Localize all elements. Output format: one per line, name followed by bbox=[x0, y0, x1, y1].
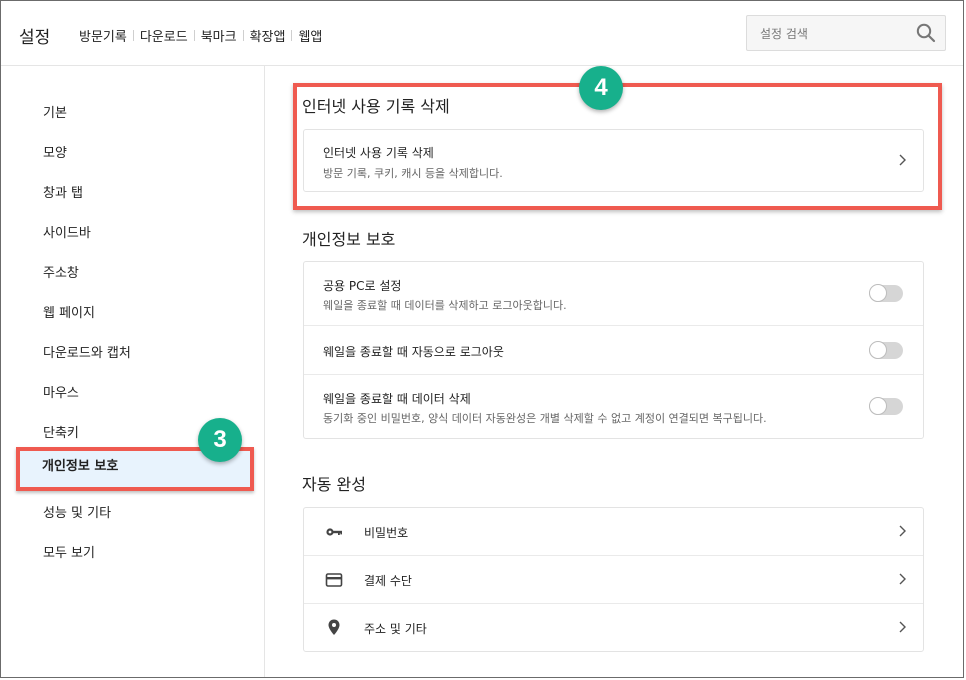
passwords-label: 비밀번호 bbox=[364, 526, 409, 540]
nav-extensions[interactable]: 확장앱 bbox=[250, 26, 286, 45]
location-pin-icon bbox=[328, 619, 340, 635]
chevron-right-icon bbox=[899, 525, 906, 537]
card-icon bbox=[325, 573, 343, 587]
sidebar-item-download-capture[interactable]: 다운로드와 캡처 bbox=[17, 334, 251, 374]
public-pc-desc: 웨일을 종료할 때 데이터를 삭제하고 로그아웃합니다. bbox=[323, 299, 567, 312]
delete-data-toggle[interactable] bbox=[869, 397, 903, 415]
address-row[interactable]: 주소 및 기타 bbox=[304, 604, 923, 651]
sidebar-item-address-bar[interactable]: 주소창 bbox=[17, 254, 251, 294]
sidebar-item-mouse[interactable]: 마우스 bbox=[17, 374, 251, 414]
sidebar: 기본 모양 창과 탭 사이드바 주소창 웹 페이지 다운로드와 캡처 마우스 단… bbox=[1, 66, 265, 677]
section-title-privacy: 개인정보 보호 bbox=[302, 230, 396, 249]
search-box bbox=[746, 15, 946, 52]
nav-divider bbox=[291, 30, 293, 41]
sidebar-item-windows-tabs[interactable]: 창과 탭 bbox=[17, 174, 251, 214]
chevron-right-icon bbox=[899, 154, 906, 166]
search-icon[interactable] bbox=[916, 23, 936, 43]
auto-logout-toggle[interactable] bbox=[869, 341, 903, 359]
privacy-card: 공용 PC로 설정 웨일을 종료할 때 데이터를 삭제하고 로그아웃합니다. 웨… bbox=[303, 261, 924, 439]
delete-data-title: 웨일을 종료할 때 데이터 삭제 bbox=[323, 392, 471, 406]
history-card: 인터넷 사용 기록 삭제 방문 기록, 쿠키, 캐시 등을 삭제합니다. bbox=[303, 129, 924, 192]
step-badge-4: 4 bbox=[579, 66, 623, 110]
sidebar-item-appearance[interactable]: 모양 bbox=[17, 134, 251, 174]
sidebar-item-view-all[interactable]: 모두 보기 bbox=[17, 534, 251, 574]
sidebar-item-basic[interactable]: 기본 bbox=[17, 94, 251, 134]
section-title-autocomplete: 자동 완성 bbox=[302, 475, 366, 494]
nav-webapps[interactable]: 웹앱 bbox=[298, 26, 322, 45]
delete-data-row: 웨일을 종료할 때 데이터 삭제 동기화 중인 비밀번호, 양식 데이터 자동완… bbox=[304, 375, 923, 438]
clear-history-title: 인터넷 사용 기록 삭제 bbox=[323, 146, 434, 160]
address-label: 주소 및 기타 bbox=[364, 622, 427, 636]
payment-row[interactable]: 결제 수단 bbox=[304, 556, 923, 604]
chevron-right-icon bbox=[899, 621, 906, 633]
public-pc-title: 공용 PC로 설정 bbox=[323, 279, 402, 293]
sidebar-item-performance[interactable]: 성능 및 기타 bbox=[17, 494, 251, 534]
nav-history[interactable]: 방문기록 bbox=[79, 26, 127, 45]
delete-data-desc: 동기화 중인 비밀번호, 양식 데이터 자동완성은 개별 삭제할 수 없고 계정… bbox=[323, 412, 767, 425]
step-badge-3: 3 bbox=[198, 418, 242, 462]
sidebar-item-web-page[interactable]: 웹 페이지 bbox=[17, 294, 251, 334]
section-title-history: 인터넷 사용 기록 삭제 bbox=[302, 97, 450, 116]
nav-divider bbox=[242, 30, 244, 41]
chevron-right-icon bbox=[899, 573, 906, 585]
auto-logout-row: 웨일을 종료할 때 자동으로 로그아웃 bbox=[304, 326, 923, 375]
nav-divider bbox=[193, 30, 195, 41]
key-icon bbox=[326, 528, 342, 536]
clear-history-desc: 방문 기록, 쿠키, 캐시 등을 삭제합니다. bbox=[323, 167, 503, 180]
nav-downloads[interactable]: 다운로드 bbox=[140, 26, 188, 45]
public-pc-toggle[interactable] bbox=[869, 284, 903, 302]
sidebar-item-sidebar[interactable]: 사이드바 bbox=[17, 214, 251, 254]
auto-logout-title: 웨일을 종료할 때 자동으로 로그아웃 bbox=[323, 345, 504, 359]
page-title: 설정 bbox=[19, 28, 51, 48]
clear-history-row[interactable]: 인터넷 사용 기록 삭제 방문 기록, 쿠키, 캐시 등을 삭제합니다. bbox=[304, 130, 923, 191]
nav-divider bbox=[132, 30, 134, 41]
settings-window: 설정 방문기록 다운로드 북마크 확장앱 웹앱 기본 모양 창과 탭 사이드바 … bbox=[0, 0, 964, 678]
search-input[interactable] bbox=[747, 16, 922, 52]
public-pc-row: 공용 PC로 설정 웨일을 종료할 때 데이터를 삭제하고 로그아웃합니다. bbox=[304, 262, 923, 326]
passwords-row[interactable]: 비밀번호 bbox=[304, 508, 923, 556]
top-nav: 방문기록 다운로드 북마크 확장앱 웹앱 bbox=[79, 26, 322, 45]
nav-bookmarks[interactable]: 북마크 bbox=[201, 26, 237, 45]
header: 설정 방문기록 다운로드 북마크 확장앱 웹앱 bbox=[1, 1, 963, 66]
autocomplete-card: 비밀번호 결제 수단 주소 및 기타 bbox=[303, 507, 924, 652]
payment-label: 결제 수단 bbox=[364, 574, 412, 588]
